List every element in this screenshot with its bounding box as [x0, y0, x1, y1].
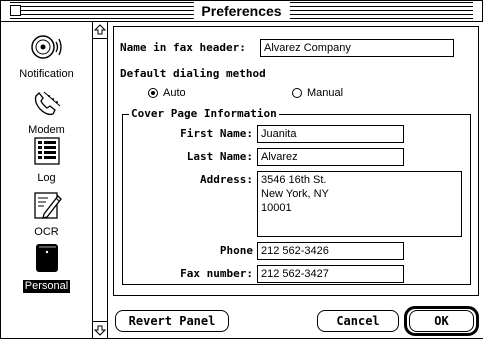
radio-manual-label: Manual: [307, 87, 344, 99]
sidebar-item-label: OCR: [34, 226, 59, 238]
personal-panel: Name in fax header: Alvarez Company Defa…: [109, 22, 483, 338]
scroll-down-arrow-icon[interactable]: [93, 321, 107, 338]
cancel-button[interactable]: Cancel: [317, 310, 399, 332]
phone-label: Phone: [219, 244, 253, 257]
fax-number-label: Fax number:: [180, 267, 253, 280]
telephone-icon: [34, 91, 60, 116]
sidebar-item-notification[interactable]: Notification: [1, 32, 92, 81]
preferences-sidebar: Notification Modem Log OCR Personal: [1, 22, 93, 338]
close-box-icon[interactable]: [10, 5, 21, 16]
cover-page-group: Cover Page Information First Name: Juani…: [122, 107, 471, 285]
first-name-input[interactable]: Juanita: [257, 125, 404, 143]
fax-header-label: Name in fax header:: [120, 41, 246, 54]
scroll-up-arrow-icon[interactable]: [93, 22, 107, 39]
radio-auto[interactable]: Auto: [148, 87, 186, 99]
sidebar-scrollbar[interactable]: [93, 22, 108, 338]
sidebar-item-personal[interactable]: Personal: [1, 242, 92, 293]
window-title: Preferences: [193, 2, 290, 20]
sidebar-item-label: Notification: [19, 68, 74, 80]
personal-book-icon: [35, 244, 58, 272]
log-list-icon: [33, 137, 60, 165]
fax-header-input[interactable]: Alvarez Company: [260, 39, 454, 57]
ok-button[interactable]: OK: [409, 310, 474, 332]
revert-panel-button[interactable]: Revert Panel: [115, 310, 229, 332]
radio-selected-icon: [148, 88, 158, 98]
title-bar-right-margin: [473, 1, 482, 21]
address-label: Address:: [200, 173, 253, 186]
title-bar-left-margin: [1, 1, 10, 21]
preferences-window: Preferences Notification Modem Log OCR P…: [0, 0, 483, 339]
radio-manual[interactable]: Manual: [292, 87, 343, 99]
title-bar[interactable]: Preferences: [1, 1, 482, 22]
radio-auto-label: Auto: [163, 87, 186, 99]
speaker-icon: [30, 35, 62, 59]
sidebar-item-label: Personal: [22, 280, 71, 293]
dialing-method-label: Default dialing method: [120, 67, 266, 80]
sidebar-item-label: Log: [37, 172, 56, 184]
last-name-label: Last Name:: [186, 150, 253, 163]
address-textarea[interactable]: 3546 16th St. New York, NY 10001: [257, 171, 462, 237]
last-name-input[interactable]: Alvarez: [257, 148, 404, 166]
sidebar-item-modem[interactable]: Modem: [1, 88, 92, 137]
cover-page-group-title: Cover Page Information: [129, 107, 279, 121]
sidebar-item-log[interactable]: Log: [1, 136, 92, 185]
first-name-label: First Name:: [180, 127, 253, 140]
sidebar-item-ocr[interactable]: OCR: [1, 190, 92, 239]
fax-number-input[interactable]: 212 562-3427: [257, 265, 404, 283]
panel-content-box: Name in fax header: Alvarez Company Defa…: [113, 26, 479, 296]
radio-unselected-icon: [292, 88, 302, 98]
ocr-pencil-icon: [33, 192, 62, 219]
phone-input[interactable]: 212 562-3426: [257, 242, 404, 260]
